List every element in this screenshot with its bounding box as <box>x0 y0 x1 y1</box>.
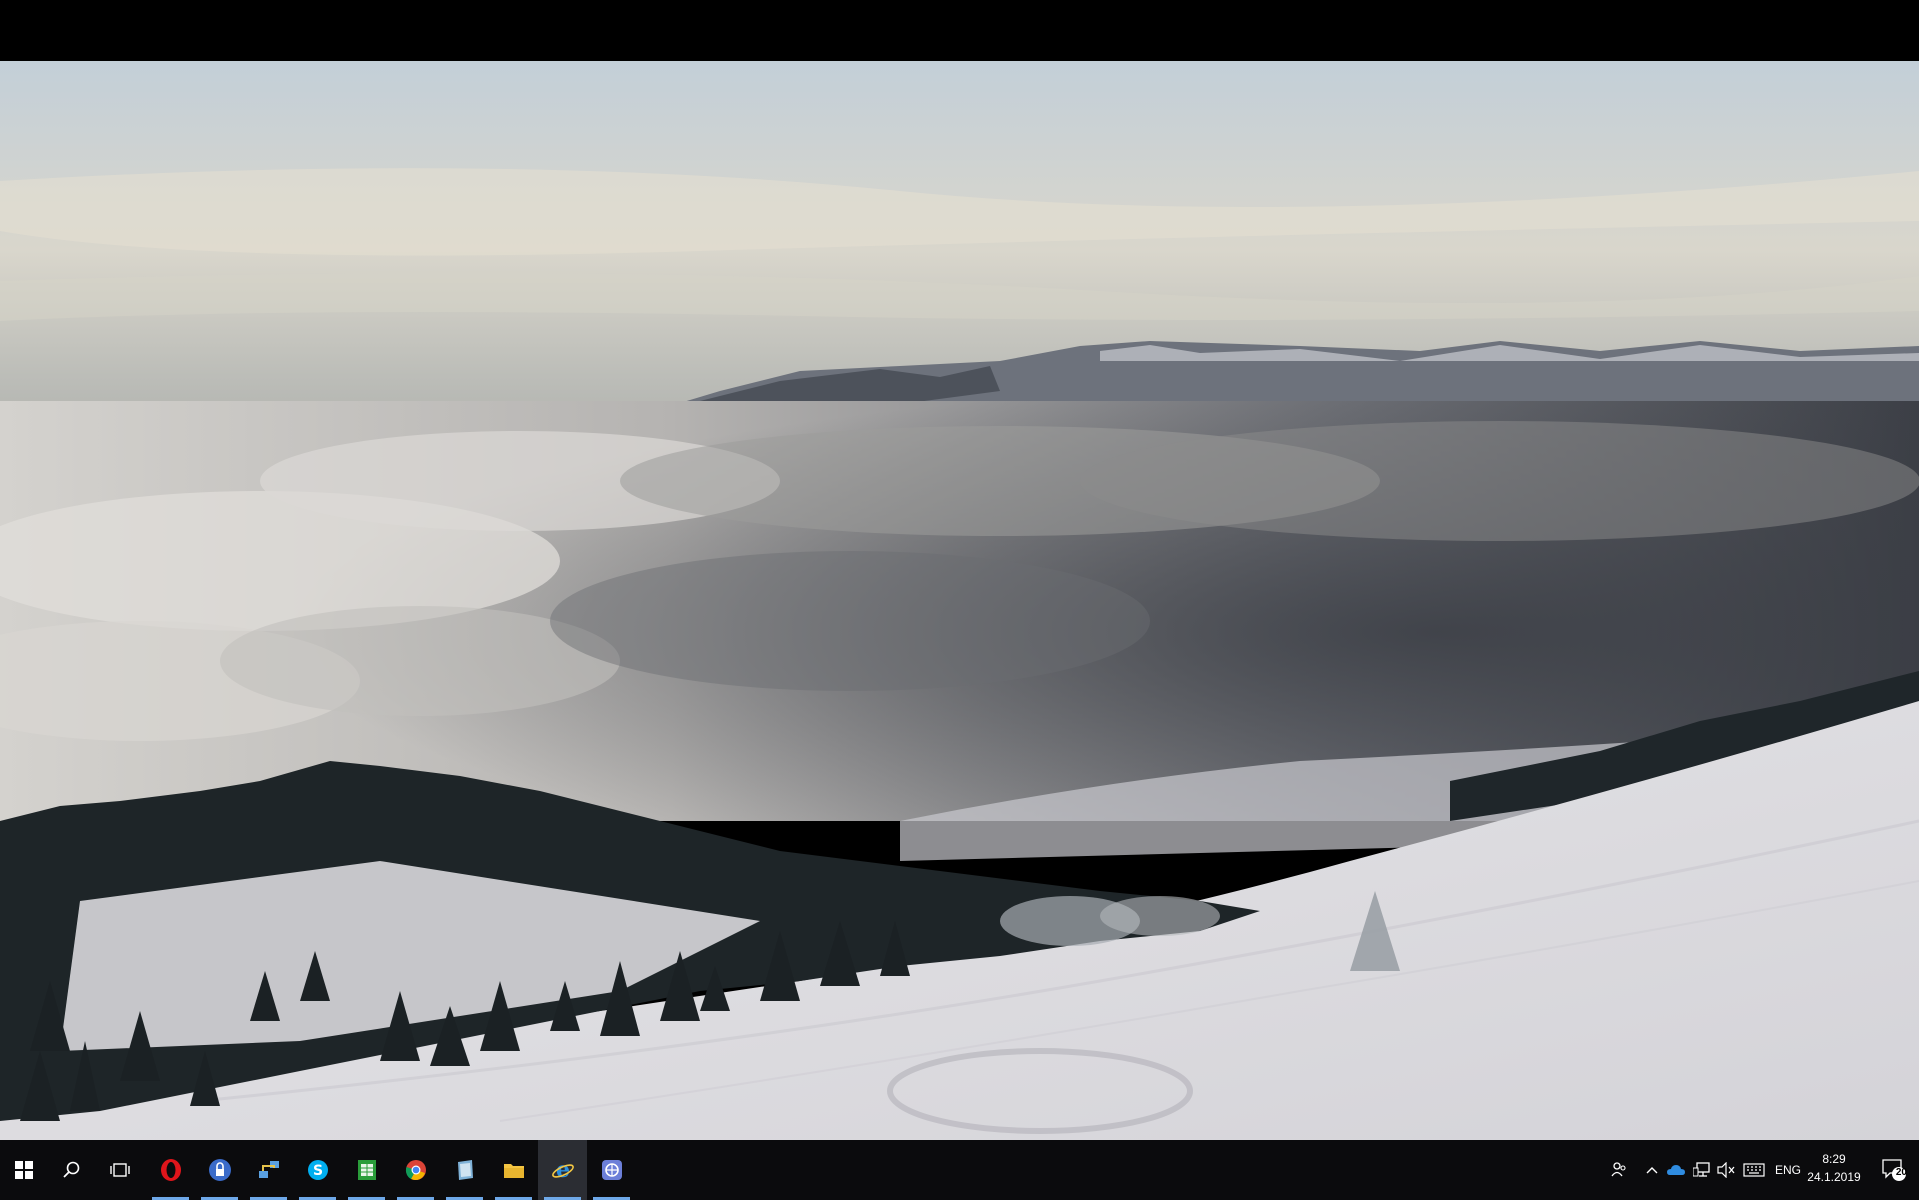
taskbar-app-network[interactable] <box>244 1140 293 1200</box>
internet-explorer-icon: e <box>551 1158 574 1182</box>
letterbox-top <box>0 0 1919 61</box>
tray-keyboard[interactable] <box>1740 1140 1768 1200</box>
taskbar-app-notes[interactable] <box>440 1140 489 1200</box>
tray-onedrive[interactable] <box>1664 1140 1688 1200</box>
action-center-button[interactable]: 20 <box>1869 1140 1919 1200</box>
taskbar: S e ENG 8:29 24.1.2019 20 <box>0 1140 1919 1200</box>
windows-logo-icon <box>15 1161 33 1179</box>
taskbar-app-chrome[interactable] <box>391 1140 440 1200</box>
taskbar-app-file-explorer[interactable] <box>489 1140 538 1200</box>
taskbar-app-skype[interactable]: S <box>293 1140 342 1200</box>
task-view-button[interactable] <box>96 1140 144 1200</box>
desktop-wallpaper <box>0 61 1919 1140</box>
search-icon <box>63 1161 80 1178</box>
notes-icon <box>457 1160 473 1180</box>
clock-time: 8:29 <box>1822 1152 1846 1166</box>
people-icon <box>1611 1162 1626 1177</box>
tray-show-hidden-icons[interactable] <box>1642 1140 1662 1200</box>
folder-icon <box>503 1164 524 1178</box>
network-icon <box>258 1161 279 1178</box>
lock-shield-icon <box>208 1159 231 1181</box>
keyboard-icon <box>1743 1163 1765 1177</box>
start-button[interactable] <box>0 1140 48 1200</box>
spreadsheet-icon <box>357 1160 376 1180</box>
language-indicator: ENG <box>1774 1163 1801 1177</box>
chrome-icon <box>405 1160 426 1181</box>
taskbar-app-internet-explorer[interactable]: e <box>538 1140 587 1200</box>
taskbar-app-opera[interactable] <box>146 1140 195 1200</box>
clock-date: 24.1.2019 <box>1807 1170 1861 1184</box>
taskbar-app-vpn[interactable] <box>587 1140 636 1200</box>
network-monitor-icon <box>1693 1162 1710 1177</box>
chevron-up-icon <box>1646 1167 1658 1174</box>
skype-icon: S <box>307 1160 328 1180</box>
tray-network[interactable] <box>1690 1140 1714 1200</box>
tray-volume[interactable] <box>1714 1140 1738 1200</box>
tray-clock[interactable]: 8:29 24.1.2019 <box>1805 1150 1863 1186</box>
svg-text:S: S <box>312 1163 322 1179</box>
tray-input-language[interactable]: ENG <box>1771 1140 1805 1200</box>
notification-count: 20 <box>1895 1167 1907 1178</box>
tray-people[interactable] <box>1604 1140 1634 1200</box>
task-view-icon <box>110 1163 130 1177</box>
taskbar-app-security[interactable] <box>195 1140 244 1200</box>
search-button[interactable] <box>48 1140 96 1200</box>
onedrive-icon <box>1667 1165 1685 1175</box>
volume-muted-icon <box>1717 1162 1735 1178</box>
opera-icon <box>160 1159 181 1181</box>
taskbar-app-spreadsheet[interactable] <box>342 1140 391 1200</box>
vpn-icon <box>601 1160 622 1180</box>
